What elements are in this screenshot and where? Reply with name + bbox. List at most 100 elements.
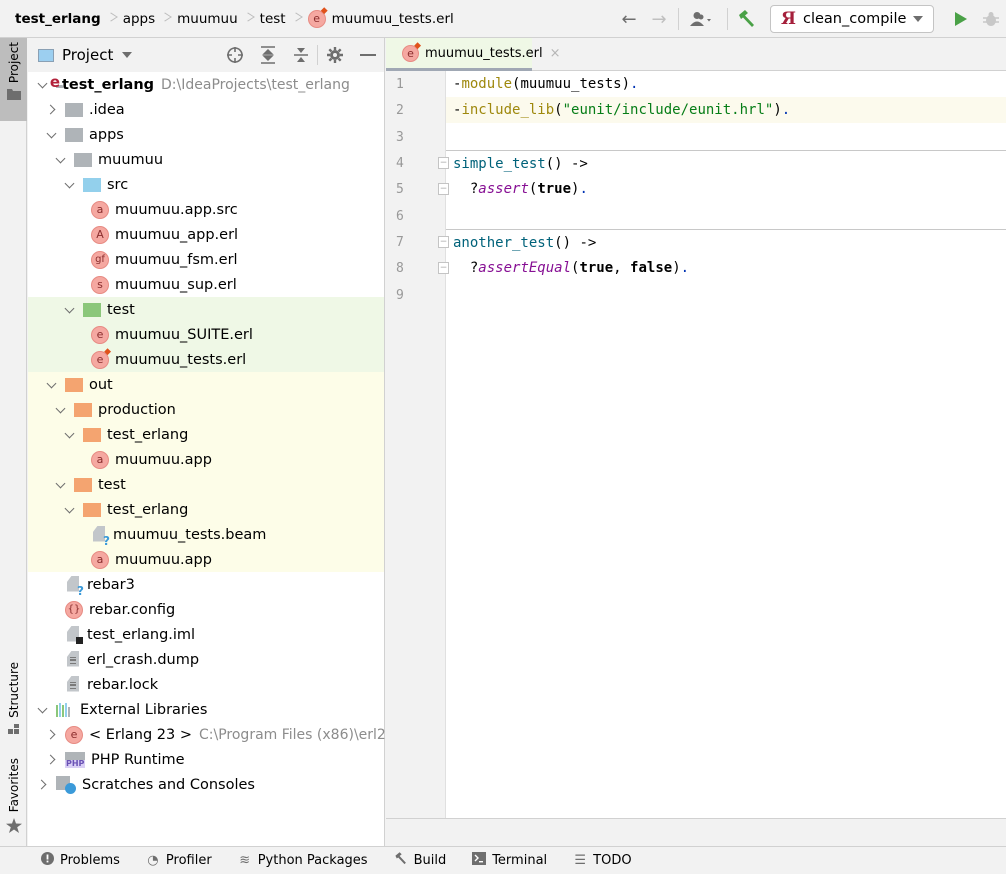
- tree-node-file[interactable]: A muumuu_app.erl: [28, 222, 384, 247]
- tree-node-folder[interactable]: .idea: [28, 97, 384, 122]
- tree-node-file[interactable]: rebar.lock: [28, 672, 384, 697]
- tree-node-label: production: [98, 401, 176, 418]
- chevron-down-icon[interactable]: [54, 403, 68, 417]
- run-button[interactable]: [946, 5, 976, 33]
- tree-node-excluded-folder[interactable]: out: [28, 372, 384, 397]
- php-library-icon: PHP: [65, 751, 86, 768]
- todo-tool-button[interactable]: ☰ TODO: [573, 853, 631, 868]
- collapse-all-button[interactable]: [284, 43, 317, 67]
- tree-node-file[interactable]: a muumuu.app.src: [28, 197, 384, 222]
- code-line[interactable]: ? assert(true).: [446, 176, 1006, 202]
- hide-panel-button[interactable]: [351, 43, 384, 67]
- breadcrumb-apps[interactable]: apps: [123, 11, 155, 27]
- line-number: 9: [396, 287, 404, 303]
- tree-node-library[interactable]: PHP PHP Runtime: [28, 747, 384, 772]
- code-line[interactable]: [446, 203, 1006, 229]
- chevron-down-icon[interactable]: [63, 428, 77, 442]
- chevron-down-icon[interactable]: [122, 52, 133, 58]
- vcs-user-button[interactable]: [683, 5, 723, 33]
- tree-node-file[interactable]: gf muumuu_fsm.erl: [28, 247, 384, 272]
- build-tool-button[interactable]: Build: [394, 852, 446, 869]
- problems-tool-button[interactable]: Problems: [40, 852, 120, 869]
- chevron-down-icon[interactable]: [54, 153, 68, 167]
- breadcrumb-project[interactable]: test_erlang: [15, 11, 101, 27]
- favorites-tool-button[interactable]: Favorites: [0, 754, 27, 834]
- build-button[interactable]: [732, 5, 762, 33]
- tree-node-file[interactable]: e muumuu_SUITE.erl: [28, 322, 384, 347]
- tree-node-label: rebar.lock: [87, 676, 159, 693]
- breadcrumb-file[interactable]: e ◆ muumuu_tests.erl: [307, 6, 454, 28]
- code-editor[interactable]: - module (muumuu_tests). - include_lib("euni…: [446, 71, 1006, 818]
- tree-node-folder[interactable]: muumuu: [28, 147, 384, 172]
- left-tool-strip: Project Structure Favorites: [0, 38, 27, 846]
- python-packages-tool-button[interactable]: ≋ Python Packages: [238, 853, 367, 868]
- settings-button[interactable]: [318, 43, 351, 67]
- tree-node-test-folder[interactable]: test: [28, 297, 384, 322]
- profiler-tool-button[interactable]: ◔ Profiler: [146, 853, 211, 868]
- editor-tab[interactable]: e ◆ muumuu_tests.erl ×: [386, 38, 561, 71]
- debug-button[interactable]: [976, 5, 1006, 33]
- tree-node-label: muumuu.app.src: [115, 201, 238, 218]
- chevron-down-icon[interactable]: [45, 378, 59, 392]
- tree-node-excluded-folder[interactable]: test_erlang: [28, 422, 384, 447]
- chevron-right-icon[interactable]: [45, 753, 59, 767]
- chevron-right-icon[interactable]: [45, 103, 59, 117]
- tree-node-file[interactable]: erl_crash.dump: [28, 647, 384, 672]
- run-configuration-selector[interactable]: Я clean_compile: [770, 5, 934, 33]
- tree-node-excluded-folder[interactable]: test_erlang: [28, 497, 384, 522]
- code-line[interactable]: simple_test() ->: [446, 150, 1006, 176]
- tree-node-file[interactable]: {} rebar.config: [28, 597, 384, 622]
- expand-all-button[interactable]: [251, 43, 284, 67]
- breadcrumb-test[interactable]: test: [260, 11, 286, 27]
- breadcrumb-separator-icon: [244, 10, 254, 28]
- code-token: .: [579, 181, 588, 197]
- editor-tab-bar: e ◆ muumuu_tests.erl ×: [386, 38, 1006, 71]
- breadcrumb-muumuu[interactable]: muumuu: [177, 11, 238, 27]
- code-line[interactable]: - include_lib("eunit/include/eunit.hrl").: [446, 97, 1006, 123]
- tree-node-file[interactable]: ? muumuu_tests.beam: [28, 522, 384, 547]
- structure-tool-button[interactable]: Structure: [0, 658, 27, 738]
- terminal-tool-button[interactable]: Terminal: [472, 852, 547, 869]
- tree-node-file[interactable]: ? rebar3: [28, 572, 384, 597]
- chevron-down-icon[interactable]: [36, 703, 50, 717]
- forward-button[interactable]: →: [644, 5, 674, 33]
- code-token: "eunit/include/eunit.hrl": [562, 102, 774, 118]
- chevron-down-icon[interactable]: [45, 128, 59, 142]
- tree-node-excluded-folder[interactable]: production: [28, 397, 384, 422]
- chevron-down-icon[interactable]: [54, 478, 68, 492]
- code-line[interactable]: ? assertEqual(true, false).: [446, 255, 1006, 281]
- tree-node-file[interactable]: a muumuu.app: [28, 447, 384, 472]
- tree-node-file[interactable]: e ◆ muumuu_tests.erl: [28, 347, 384, 372]
- tree-node-sdk[interactable]: e < Erlang 23 > C:\Program Files (x86)\e…: [28, 722, 408, 747]
- chevron-down-icon[interactable]: [36, 78, 50, 92]
- select-opened-file-button[interactable]: [218, 43, 251, 67]
- tree-node-file[interactable]: test_erlang.iml: [28, 622, 384, 647]
- code-line[interactable]: another_test() ->: [446, 229, 1006, 255]
- tree-node-source-folder[interactable]: src: [28, 172, 384, 197]
- code-line[interactable]: [446, 124, 1006, 150]
- chevron-down-icon[interactable]: [63, 178, 77, 192]
- code-line[interactable]: - module (muumuu_tests).: [446, 71, 1006, 97]
- back-button[interactable]: ←: [614, 5, 644, 33]
- chevron-down-icon[interactable]: [63, 503, 77, 517]
- tree-node-scratches[interactable]: Scratches and Consoles: [28, 772, 384, 797]
- project-tool-button[interactable]: Project: [0, 38, 27, 121]
- tree-node-folder[interactable]: apps: [28, 122, 384, 147]
- chevron-right-icon[interactable]: [36, 778, 50, 792]
- chevron-down-icon[interactable]: [63, 303, 77, 317]
- code-token: false: [630, 260, 673, 276]
- tree-node-file[interactable]: a muumuu.app: [28, 547, 384, 572]
- excluded-folder-icon: [83, 427, 101, 442]
- tree-node-excluded-folder[interactable]: test: [28, 472, 384, 497]
- chevron-right-icon[interactable]: [45, 728, 59, 742]
- project-tool-label: Project: [6, 42, 21, 84]
- tree-node-file[interactable]: s muumuu_sup.erl: [28, 272, 384, 297]
- code-line[interactable]: [446, 282, 1006, 308]
- tree-node-project-root[interactable]: e test_erlang D:\IdeaProjects\test_erlan…: [28, 72, 384, 97]
- project-view-selector[interactable]: Project: [62, 46, 113, 64]
- code-token: (: [571, 260, 580, 276]
- tree-node-external-libraries[interactable]: External Libraries: [28, 697, 384, 722]
- run-icon: [955, 12, 967, 26]
- close-icon[interactable]: ×: [550, 46, 561, 61]
- editor-area: e ◆ muumuu_tests.erl × 1 2 3 4 5 6 7 8 9 …: [386, 38, 1006, 846]
